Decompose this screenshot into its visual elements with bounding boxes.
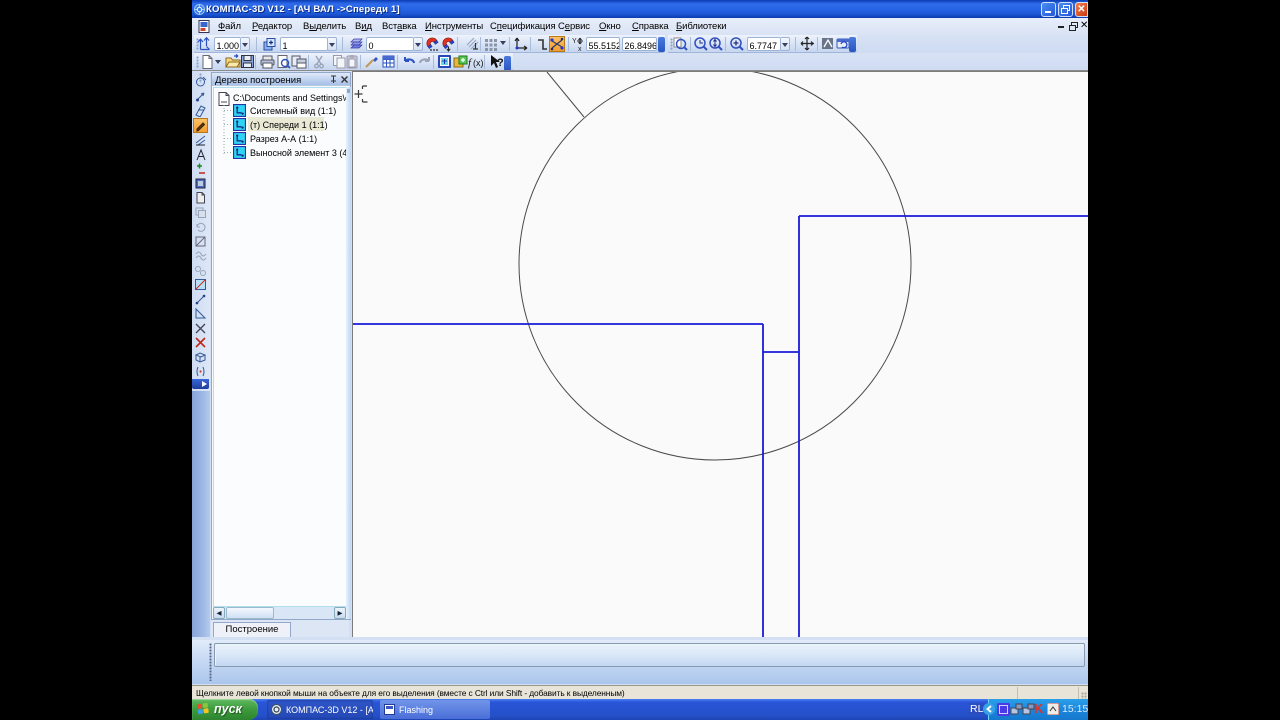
svg-text:Y: Y xyxy=(572,38,577,45)
svg-text:x: x xyxy=(578,46,582,52)
svg-text:(x): (x) xyxy=(473,58,484,68)
svg-text:?: ? xyxy=(497,57,504,69)
